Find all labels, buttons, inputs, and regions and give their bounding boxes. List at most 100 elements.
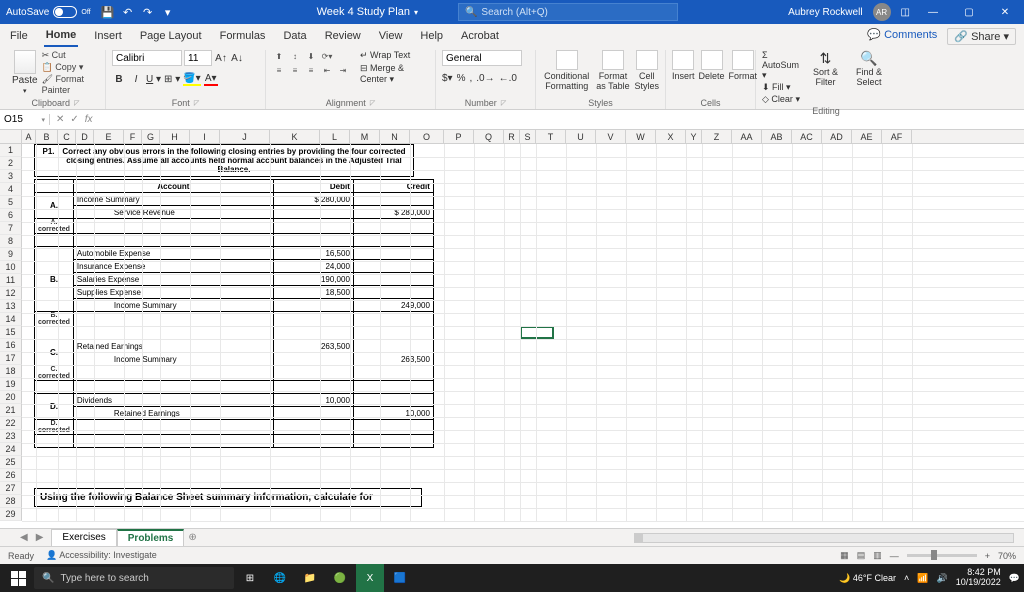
col-header-P[interactable]: P <box>444 130 474 143</box>
add-sheet-button[interactable]: ⊕ <box>188 532 196 543</box>
maximize-button[interactable]: ▢ <box>956 7 982 18</box>
col-header-L[interactable]: L <box>320 130 350 143</box>
col-header-X[interactable]: X <box>656 130 686 143</box>
row-header-28[interactable]: 28 <box>0 495 22 508</box>
align-left-icon[interactable]: ≡ <box>272 64 286 76</box>
tab-data[interactable]: Data <box>281 26 308 46</box>
row-header-11[interactable]: 11 <box>0 274 22 287</box>
col-header-B[interactable]: B <box>36 130 58 143</box>
format-as-table-button[interactable]: Format as Table <box>595 50 630 91</box>
page-layout-view-icon[interactable]: ▤ <box>857 550 866 561</box>
row-header-16[interactable]: 16 <box>0 339 22 352</box>
increase-decimal-icon[interactable]: .0→ <box>476 73 494 84</box>
col-header-C[interactable]: C <box>58 130 76 143</box>
explorer-icon[interactable]: 📁 <box>296 564 324 592</box>
row-header-4[interactable]: 4 <box>0 183 22 196</box>
excel-icon[interactable]: X <box>356 564 384 592</box>
tab-formulas[interactable]: Formulas <box>218 26 268 46</box>
minimize-button[interactable]: — <box>920 7 946 18</box>
align-right-icon[interactable]: ≡ <box>304 64 318 76</box>
tab-help[interactable]: Help <box>418 26 445 46</box>
row-header-1[interactable]: 1 <box>0 144 22 157</box>
col-header-N[interactable]: N <box>380 130 410 143</box>
row-header-22[interactable]: 22 <box>0 417 22 430</box>
format-painter-button[interactable]: 🖌 Format Painter <box>42 74 99 95</box>
percent-button[interactable]: % <box>457 73 466 84</box>
merge-center-button[interactable]: ⊟ Merge & Center ▾ <box>360 63 429 85</box>
horizontal-scrollbar[interactable] <box>634 533 1014 543</box>
sheet-nav-next[interactable]: ▶ <box>36 532 44 543</box>
cut-button[interactable]: ✂ Cut <box>42 50 99 61</box>
page-break-view-icon[interactable]: ▥ <box>873 550 882 561</box>
dialog-launcher-icon[interactable]: ◸ <box>370 99 375 107</box>
row-header-17[interactable]: 17 <box>0 352 22 365</box>
row-header-2[interactable]: 2 <box>0 157 22 170</box>
sort-filter-button[interactable]: ⇅Sort & Filter <box>807 50 844 87</box>
col-header-M[interactable]: M <box>350 130 380 143</box>
delete-cells-button[interactable]: Delete <box>699 50 725 81</box>
redo-icon[interactable]: ↷ <box>139 3 157 21</box>
row-header-8[interactable]: 8 <box>0 235 22 248</box>
find-select-button[interactable]: 🔍Find & Select <box>848 50 890 87</box>
font-color-button[interactable]: A▾ <box>204 73 218 86</box>
tab-view[interactable]: View <box>377 26 405 46</box>
align-middle-icon[interactable]: ↕ <box>288 50 302 62</box>
paste-button[interactable]: Paste ▾ <box>12 50 38 95</box>
wrap-text-button[interactable]: ↵ Wrap Text <box>360 50 429 61</box>
row-header-9[interactable]: 9 <box>0 248 22 261</box>
bold-button[interactable]: B <box>112 74 126 85</box>
row-header-23[interactable]: 23 <box>0 430 22 443</box>
format-cells-button[interactable]: Format <box>729 50 758 81</box>
decrease-font-icon[interactable]: A↓ <box>230 53 244 64</box>
fx-icon[interactable]: fx <box>85 114 93 125</box>
taskbar-search[interactable]: 🔍 Type here to search <box>34 567 234 589</box>
network-icon[interactable]: 📶 <box>917 573 928 584</box>
document-title[interactable]: Week 4 Study Plan ▾ <box>317 6 418 18</box>
sheet-tab-exercises[interactable]: Exercises <box>51 529 116 546</box>
row-header-6[interactable]: 6 <box>0 209 22 222</box>
col-header-W[interactable]: W <box>626 130 656 143</box>
cancel-formula-icon[interactable]: ✕ <box>56 114 64 125</box>
tray-chevron-icon[interactable]: ˄ <box>904 573 909 583</box>
decrease-decimal-icon[interactable]: ←.0 <box>499 73 517 84</box>
row-header-15[interactable]: 15 <box>0 326 22 339</box>
zoom-slider[interactable] <box>907 554 977 557</box>
toggle-switch[interactable] <box>53 6 77 18</box>
taskbar-clock[interactable]: 8:42 PM 10/19/2022 <box>956 568 1001 588</box>
col-header-O[interactable]: O <box>410 130 444 143</box>
col-header-AF[interactable]: AF <box>882 130 912 143</box>
col-header-V[interactable]: V <box>596 130 626 143</box>
fill-color-button[interactable]: 🪣▾ <box>183 73 200 86</box>
align-bottom-icon[interactable]: ⬇ <box>304 50 318 62</box>
share-button[interactable]: 🔗 Share ▾ <box>947 28 1016 45</box>
tab-review[interactable]: Review <box>323 26 363 46</box>
comments-button[interactable]: 💬 Comments <box>867 28 937 45</box>
col-header-I[interactable]: I <box>190 130 220 143</box>
search-box[interactable]: 🔍 Search (Alt+Q) <box>458 3 678 21</box>
edge-icon[interactable]: 🌐 <box>266 564 294 592</box>
col-header-T[interactable]: T <box>536 130 566 143</box>
select-all-corner[interactable] <box>0 130 22 143</box>
accessibility-status[interactable]: 👤 Accessibility: Investigate <box>46 550 157 561</box>
row-header-29[interactable]: 29 <box>0 508 22 521</box>
clear-button[interactable]: ◇ Clear ▾ <box>762 94 803 105</box>
col-header-F[interactable]: F <box>124 130 142 143</box>
row-header-19[interactable]: 19 <box>0 378 22 391</box>
tab-acrobat[interactable]: Acrobat <box>459 26 501 46</box>
col-header-K[interactable]: K <box>270 130 320 143</box>
close-button[interactable]: ✕ <box>992 7 1018 18</box>
tab-page-layout[interactable]: Page Layout <box>138 26 204 46</box>
row-header-10[interactable]: 10 <box>0 261 22 274</box>
comma-button[interactable]: , <box>470 73 473 84</box>
copy-button[interactable]: 📋 Copy ▾ <box>42 62 99 73</box>
dialog-launcher-icon[interactable]: ◸ <box>194 99 199 107</box>
col-header-E[interactable]: E <box>94 130 124 143</box>
zoom-out-icon[interactable]: — <box>890 551 899 561</box>
number-format-select[interactable] <box>442 50 522 66</box>
row-header-20[interactable]: 20 <box>0 391 22 404</box>
dialog-launcher-icon[interactable]: ◸ <box>74 99 79 107</box>
row-header-21[interactable]: 21 <box>0 404 22 417</box>
autosum-button[interactable]: Σ AutoSum ▾ <box>762 50 803 81</box>
col-header-Q[interactable]: Q <box>474 130 504 143</box>
row-header-27[interactable]: 27 <box>0 482 22 495</box>
